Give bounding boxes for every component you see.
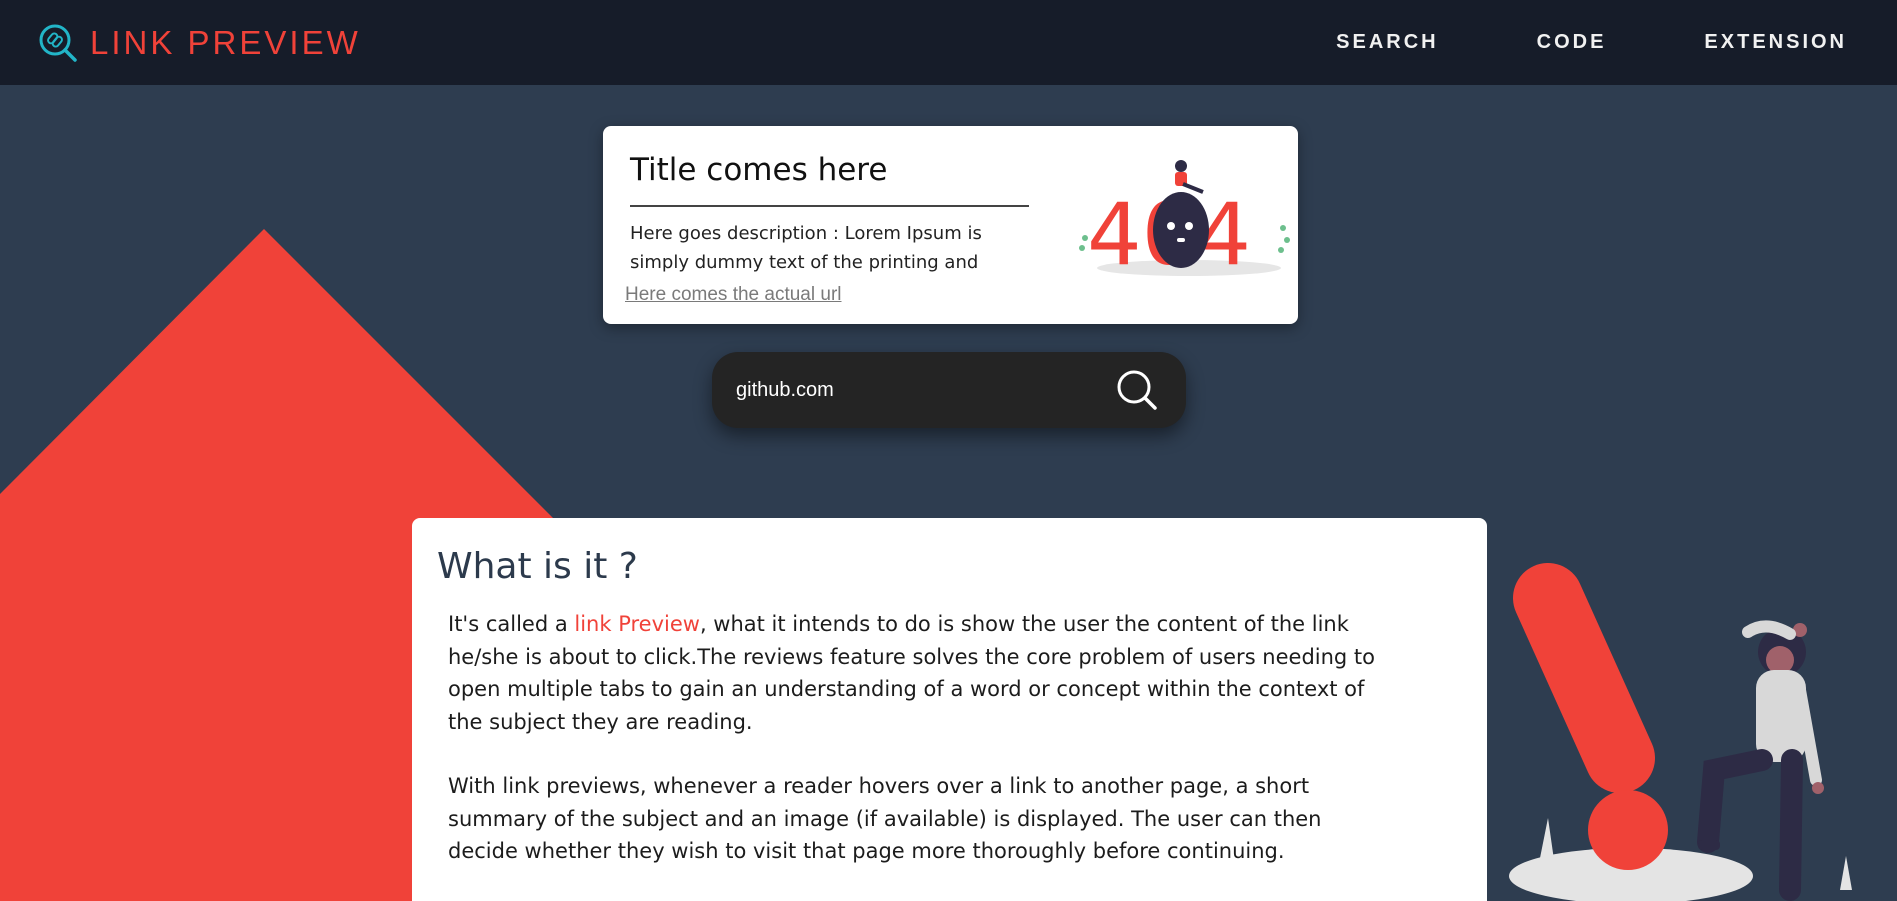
link-preview-link[interactable]: link Preview: [574, 612, 700, 636]
exclamation-person-illustration: [1509, 563, 1852, 901]
info-paragraph-2: With link previews, whenever a reader ho…: [448, 774, 1322, 863]
search-icon[interactable]: [1112, 366, 1162, 414]
link-preview-card: Title comes here Here goes description :…: [603, 126, 1298, 324]
preview-404-illustration: 404: [1079, 160, 1290, 278]
nav-links: SEARCH CODE EXTENSION: [1336, 31, 1859, 54]
preview-divider: [630, 205, 1029, 207]
brand-title: LINK PREVIEW: [90, 23, 361, 61]
info-body: It's called a link Preview, what it inte…: [448, 608, 1388, 900]
preview-title: Title comes here: [630, 152, 888, 188]
nav-link-extension[interactable]: EXTENSION: [1704, 31, 1847, 54]
info-p1-before: It's called a: [448, 612, 575, 636]
nav-link-code[interactable]: CODE: [1537, 31, 1607, 54]
brand-logo[interactable]: LINK PREVIEW: [38, 23, 361, 63]
info-paragraph-1: It's called a link Preview, what it inte…: [448, 608, 1388, 738]
preview-url-link[interactable]: Here comes the actual url: [625, 284, 842, 306]
nav-link-search[interactable]: SEARCH: [1336, 31, 1438, 54]
navbar: LINK PREVIEW SEARCH CODE EXTENSION: [0, 0, 1897, 85]
info-card: What is it ? It's called a link Preview,…: [412, 518, 1487, 901]
search-bar: [712, 352, 1186, 428]
info-heading: What is it ?: [437, 546, 638, 587]
search-input[interactable]: [736, 370, 1096, 410]
preview-description: Here goes description : Lorem Ipsum is s…: [630, 223, 982, 273]
link-search-icon: [39, 24, 77, 62]
